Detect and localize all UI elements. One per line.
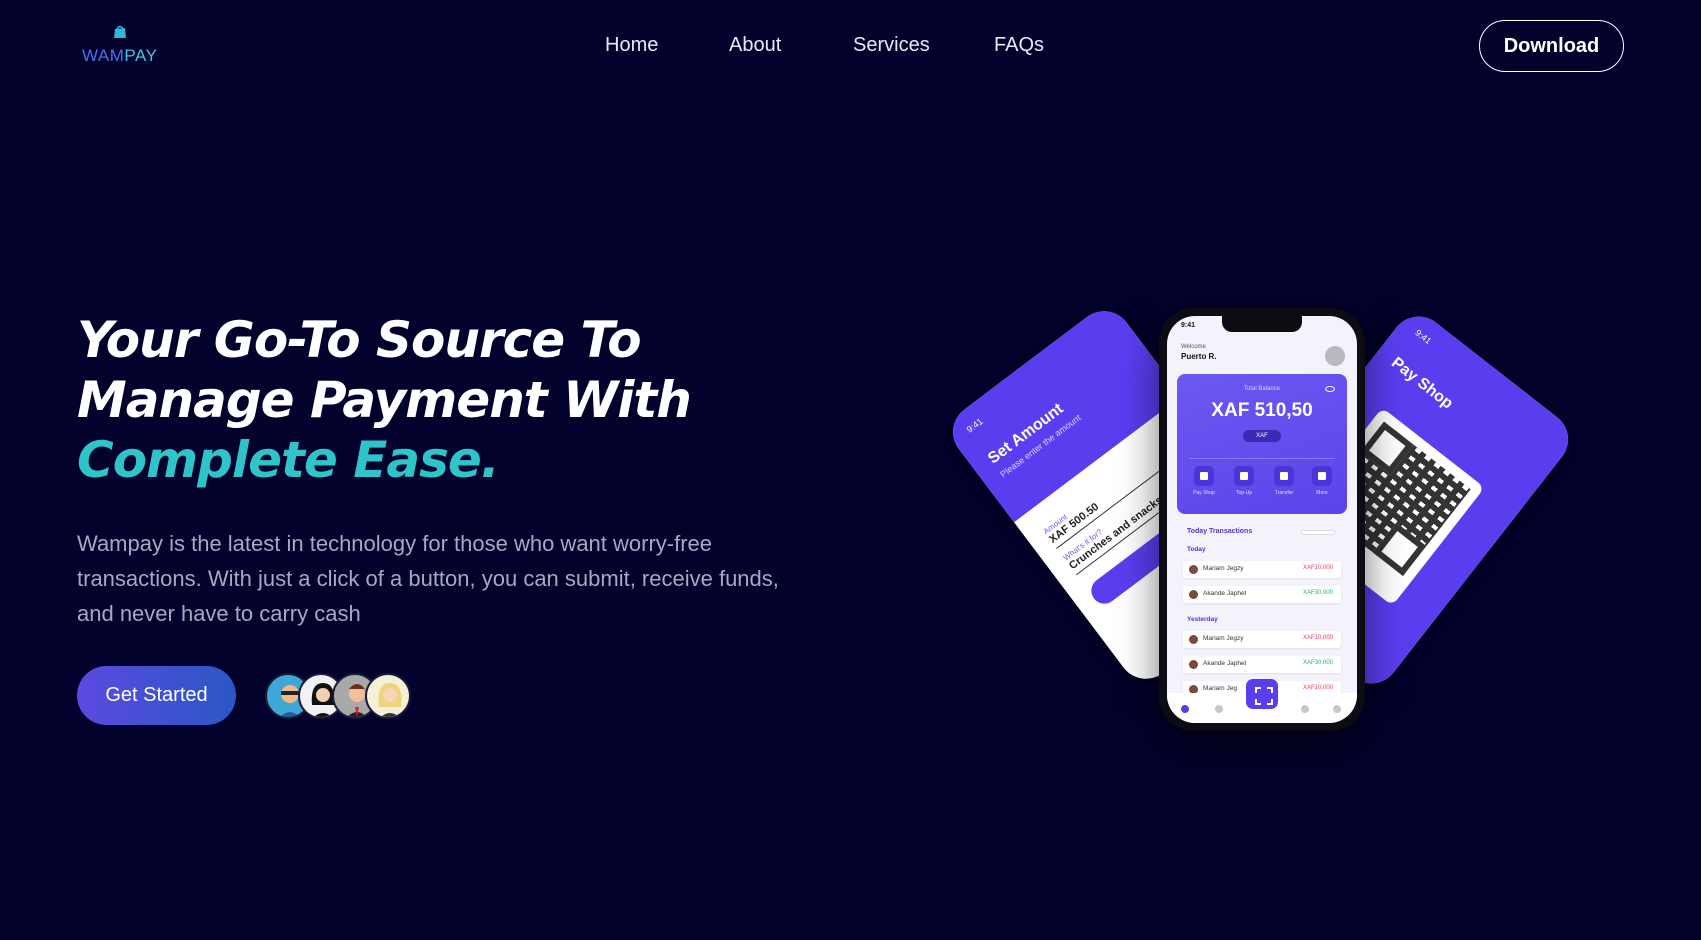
transaction-amount: XAF30,000 [1302,660,1333,666]
currency-chip: XAF [1243,430,1281,442]
nav-services[interactable]: Services [853,34,930,57]
wallet-icon [1215,705,1223,713]
headline-highlight: Complete Ease. [77,431,500,489]
avatar-woman-blonde [365,673,411,719]
phone-tab-bar [1167,679,1357,723]
action-more: More [1307,466,1337,496]
headline-line-1: Your Go-To Source To [77,311,642,369]
transaction-row: Akande Japhet XAF30,000 [1183,656,1341,673]
nav-about[interactable]: About [729,34,781,57]
welcome-label: Welcome [1181,344,1206,350]
logo-wordmark: WAMPAY [82,46,158,65]
transaction-amount: XAF30,000 [1302,590,1333,596]
transaction-name: Mariam Jeg [1203,685,1237,692]
action-top-up: Top-Up [1229,466,1259,496]
balance-label: Total Balance [1243,386,1281,392]
nav-home[interactable]: Home [605,34,658,57]
action-label: More [1316,490,1328,496]
app-mockup: 9:41 Set Amount Please enter the amount … [941,290,1580,750]
headline-line-2: Manage Payment With [77,371,692,429]
download-icon [1234,466,1254,486]
phone-notch [1222,316,1302,332]
transaction-name: Mariam Jegzy [1203,635,1244,642]
avatar [1189,660,1198,669]
hero-headline: Your Go-To Source To Manage Payment With… [77,310,692,490]
wampay-logo[interactable]: WAMPAY [82,24,166,68]
transaction-name: Akande Japhet [1203,660,1247,667]
card-divider [1189,458,1335,459]
action-label: Transfer [1274,490,1294,496]
transactions-title: Today Transactions [1187,528,1253,535]
home-icon [1181,705,1189,713]
transaction-amount: XAF10,000 [1302,635,1333,641]
transactions-header: Today Transactions [1177,524,1347,542]
transaction-row: Mariam Jegzy XAF10,000 [1183,561,1341,578]
wallet-phone: 9:41 Welcome Puerto R. Total Balance XAF… [1159,308,1365,731]
chat-icon [1301,705,1309,713]
transaction-name: Akande Japhet [1203,590,1247,597]
user-name: Puerto R. [1181,352,1217,361]
transaction-amount: XAF10,000 [1302,565,1333,571]
day-label-today: Today [1187,546,1206,553]
avatar [1189,565,1198,574]
action-transfer: Transfer [1269,466,1299,496]
scan-icon [1246,679,1278,709]
nav-faqs[interactable]: FAQs [994,34,1044,57]
document-icon [1274,466,1294,486]
hero-description: Wampay is the latest in technology for t… [77,531,779,626]
action-label: Top-Up [1235,490,1253,496]
shopping-bag-icon [114,25,126,38]
action-pay-shop: Pay Shop [1189,466,1219,496]
balance-amount: XAF 510,50 [1211,400,1313,421]
balance-card: Total Balance XAF 510,50 XAF Pay Shop To… [1177,374,1347,514]
avatar [1189,635,1198,644]
get-started-button[interactable]: Get Started [77,666,236,725]
transaction-row: Akande Japhet XAF30,000 [1183,586,1341,603]
bell-icon [1333,705,1341,713]
transaction-row: Mariam Jegzy XAF10,000 [1183,631,1341,648]
shop-icon [1194,466,1214,486]
avatar [1189,590,1198,599]
transaction-amount: XAF10,000 [1302,685,1333,691]
transaction-name: Mariam Jegzy [1203,565,1244,572]
action-label: Pay Shop [1193,490,1215,496]
transactions-toggle [1301,530,1335,535]
user-avatars [265,673,413,719]
grid-icon [1312,466,1332,486]
top-nav: WAMPAY Home About Services FAQs Download [0,0,1701,94]
download-button[interactable]: Download [1479,20,1624,72]
profile-avatar [1325,346,1345,366]
status-time: 9:41 [1181,322,1196,329]
day-label-yesterday: Yesterday [1187,616,1218,623]
